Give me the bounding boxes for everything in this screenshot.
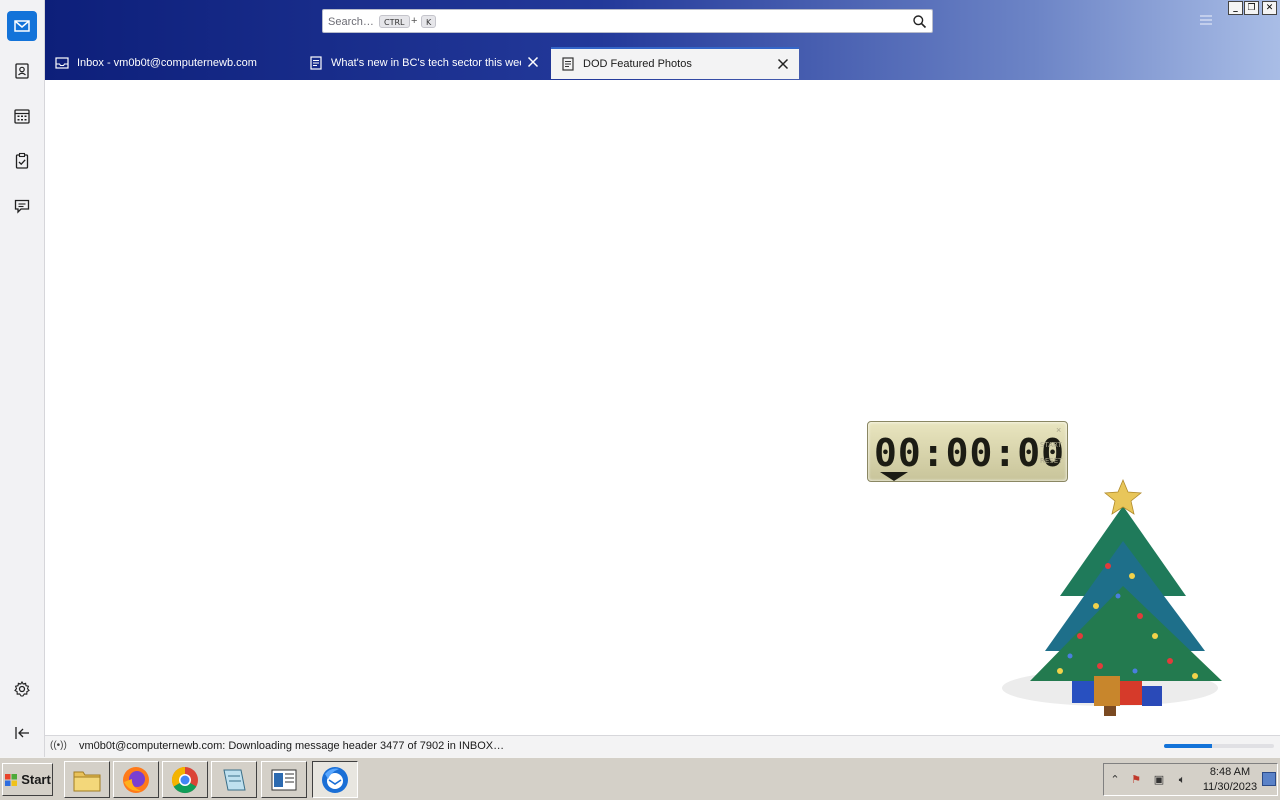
folder-icon: [73, 771, 101, 791]
taskbar-notepad[interactable]: [211, 761, 257, 798]
gear-icon: [14, 680, 30, 697]
stopwatch-reset-button[interactable]: RESET: [1040, 457, 1062, 465]
notepad-icon: [223, 769, 246, 790]
article-icon: [310, 56, 322, 70]
tab-label: What's new in BC's tech sector this week: [331, 57, 521, 69]
christmas-tree-decoration: [1002, 478, 1222, 716]
spaces-toolbar: [0, 0, 45, 757]
tab-inbox[interactable]: Inbox - vm0b0t@computernewb.com: [45, 47, 295, 79]
calendar-icon: [14, 109, 30, 124]
download-progress-fill: [1164, 744, 1213, 748]
chat-space-button[interactable]: [7, 191, 37, 221]
close-window-button[interactable]: ✕: [1262, 1, 1277, 15]
stopwatch-start-button[interactable]: START: [1040, 441, 1062, 449]
search-placeholder: Search…: [328, 16, 374, 28]
taskbar-thunderbird[interactable]: [312, 761, 358, 798]
close-tab-icon[interactable]: [777, 58, 789, 70]
shortcut-ctrl-key: CTRL: [379, 15, 410, 28]
taskbar-reader[interactable]: [261, 761, 307, 798]
start-label: Start: [21, 772, 51, 787]
tab-label: DOD Featured Photos: [583, 58, 692, 70]
settings-button[interactable]: [7, 674, 37, 704]
article-icon: [562, 57, 574, 71]
tasks-space-button[interactable]: [7, 146, 37, 176]
chat-icon: [14, 199, 30, 214]
shortcut-plus: +: [411, 15, 418, 27]
collapse-spaces-button[interactable]: [7, 718, 37, 748]
system-tray: ⌃ ⚑ ▣ 🔈︎ 8:48 AM 11/30/2023: [1103, 763, 1278, 796]
download-progress-bar: [1164, 744, 1274, 748]
tab-label: Inbox - vm0b0t@computernewb.com: [77, 57, 257, 69]
firefox-icon: [123, 766, 149, 793]
search-input[interactable]: Search… CTRL + K: [322, 9, 933, 33]
title-bar: Search… CTRL + K _ ❐ ✕ Inbox - vm0b0t@co…: [45, 0, 1280, 80]
restore-button[interactable]: ❐: [1244, 1, 1259, 15]
clock-time[interactable]: 8:48 AM: [1202, 766, 1258, 778]
tab-bc-tech-news[interactable]: What's new in BC's tech sector this week: [299, 47, 549, 79]
reader-icon: [271, 769, 297, 790]
address-book-space-button[interactable]: [7, 56, 37, 86]
windows-flag-icon: [5, 773, 18, 786]
stopwatch-close-button[interactable]: ×: [1056, 425, 1061, 435]
thunderbird-icon: [322, 766, 348, 793]
status-text: vm0b0t@computernewb.com: Downloading mes…: [79, 740, 505, 752]
stopwatch-pointer: [880, 472, 908, 481]
action-center-flag-icon[interactable]: ⚑: [1128, 773, 1144, 787]
stopwatch-time: 00:00:00: [874, 431, 1066, 475]
tab-dod-featured-photos[interactable]: DOD Featured Photos: [551, 47, 799, 79]
taskbar-file-explorer[interactable]: [64, 761, 110, 798]
show-hidden-icons-icon[interactable]: ⌃: [1107, 773, 1123, 787]
close-tab-icon[interactable]: [527, 56, 539, 68]
show-desktop-button[interactable]: [1262, 772, 1276, 786]
hamburger-menu-icon[interactable]: [1199, 14, 1213, 26]
search-icon[interactable]: [912, 14, 927, 29]
clock-date[interactable]: 11/30/2023: [1198, 781, 1262, 793]
shortcut-k-key: K: [421, 15, 437, 28]
mail-icon: [14, 20, 30, 32]
network-icon[interactable]: ▣: [1151, 773, 1167, 787]
chrome-icon: [171, 766, 198, 793]
address-book-icon: [15, 63, 29, 79]
taskbar-firefox[interactable]: [113, 761, 159, 798]
inbox-icon: [55, 57, 69, 69]
taskbar-chrome[interactable]: [162, 761, 208, 798]
calendar-space-button[interactable]: [7, 101, 37, 131]
start-button[interactable]: Start: [2, 763, 53, 796]
online-status-icon[interactable]: ((•)): [50, 740, 68, 753]
tasks-icon: [15, 152, 29, 169]
status-bar: ((•)) vm0b0t@computernewb.com: Downloadi…: [45, 735, 1280, 757]
collapse-icon: [15, 727, 29, 739]
mail-space-button[interactable]: [7, 11, 37, 41]
volume-icon[interactable]: 🔈︎: [1174, 773, 1190, 787]
stopwatch-gadget[interactable]: 00:00:00 × START RESET: [867, 421, 1068, 482]
minimize-button[interactable]: _: [1228, 1, 1243, 15]
taskbar: Start ⌃ ⚑ ▣ 🔈︎ 8:48 AM 11/30/2023: [0, 757, 1280, 800]
